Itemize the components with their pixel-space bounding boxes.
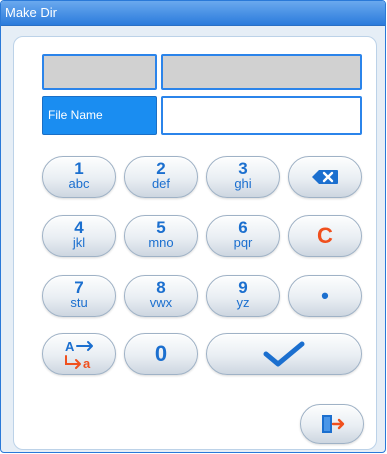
path-field (161, 54, 362, 90)
key-4-letters: jkl (72, 235, 86, 250)
clear-button[interactable]: C (288, 215, 362, 257)
confirm-button[interactable] (206, 333, 362, 375)
backspace-icon (312, 170, 338, 184)
case-lower-glyph: a (83, 356, 91, 370)
clear-label: C (317, 223, 333, 248)
case-upper-glyph: A (65, 339, 75, 354)
exit-door-icon (322, 415, 345, 433)
key-3-letters: ghi (234, 176, 252, 191)
key-3[interactable]: 3 ghi (206, 156, 280, 198)
key-0[interactable]: 0 (124, 333, 198, 375)
key-6-digit: 6 (238, 218, 248, 237)
key-4-digit: 4 (74, 218, 84, 237)
key-1[interactable]: 1 abc (42, 156, 116, 198)
key-0-digit: 0 (154, 341, 168, 366)
window-title: Make Dir (5, 5, 58, 20)
key-9[interactable]: 9 yz (206, 275, 280, 317)
key-6[interactable]: 6 pqr (206, 215, 280, 257)
key-1-letters: abc (68, 176, 90, 191)
checkmark-icon (263, 341, 305, 367)
key-8[interactable]: 8 vwx (124, 275, 198, 317)
case-toggle-icon: A a (65, 339, 93, 370)
key-9-letters: yz (236, 295, 250, 310)
key-8-letters: vwx (149, 295, 173, 310)
key-5-letters: mno (148, 235, 174, 250)
key-2-letters: def (151, 176, 171, 191)
key-5-digit: 5 (156, 218, 166, 237)
key-4[interactable]: 4 jkl (42, 215, 116, 257)
file-name-label-text: File Name (48, 108, 103, 122)
key-9-digit: 9 (238, 278, 248, 297)
dot-label: • (321, 283, 329, 308)
exit-button[interactable] (300, 404, 364, 444)
case-toggle-button[interactable]: A a (42, 333, 116, 375)
key-7-letters: stu (70, 295, 88, 310)
file-name-input[interactable] (161, 96, 362, 135)
backspace-button[interactable] (288, 156, 362, 198)
key-5[interactable]: 5 mno (124, 215, 198, 257)
key-3-digit: 3 (238, 159, 248, 178)
key-8-digit: 8 (156, 278, 166, 297)
key-7[interactable]: 7 stu (42, 275, 116, 317)
key-6-letters: pqr (233, 235, 253, 250)
key-2-digit: 2 (156, 159, 166, 178)
key-7-digit: 7 (74, 278, 84, 297)
path-prefix-field (42, 54, 157, 90)
key-1-digit: 1 (74, 159, 84, 178)
make-dir-window: Make Dir File Name 1 abc 2 def 3 ghi 4 j… (0, 0, 386, 453)
file-name-label: File Name (42, 96, 157, 135)
key-2[interactable]: 2 def (124, 156, 198, 198)
title-bar: Make Dir (1, 1, 385, 26)
dot-button[interactable]: • (288, 275, 362, 317)
